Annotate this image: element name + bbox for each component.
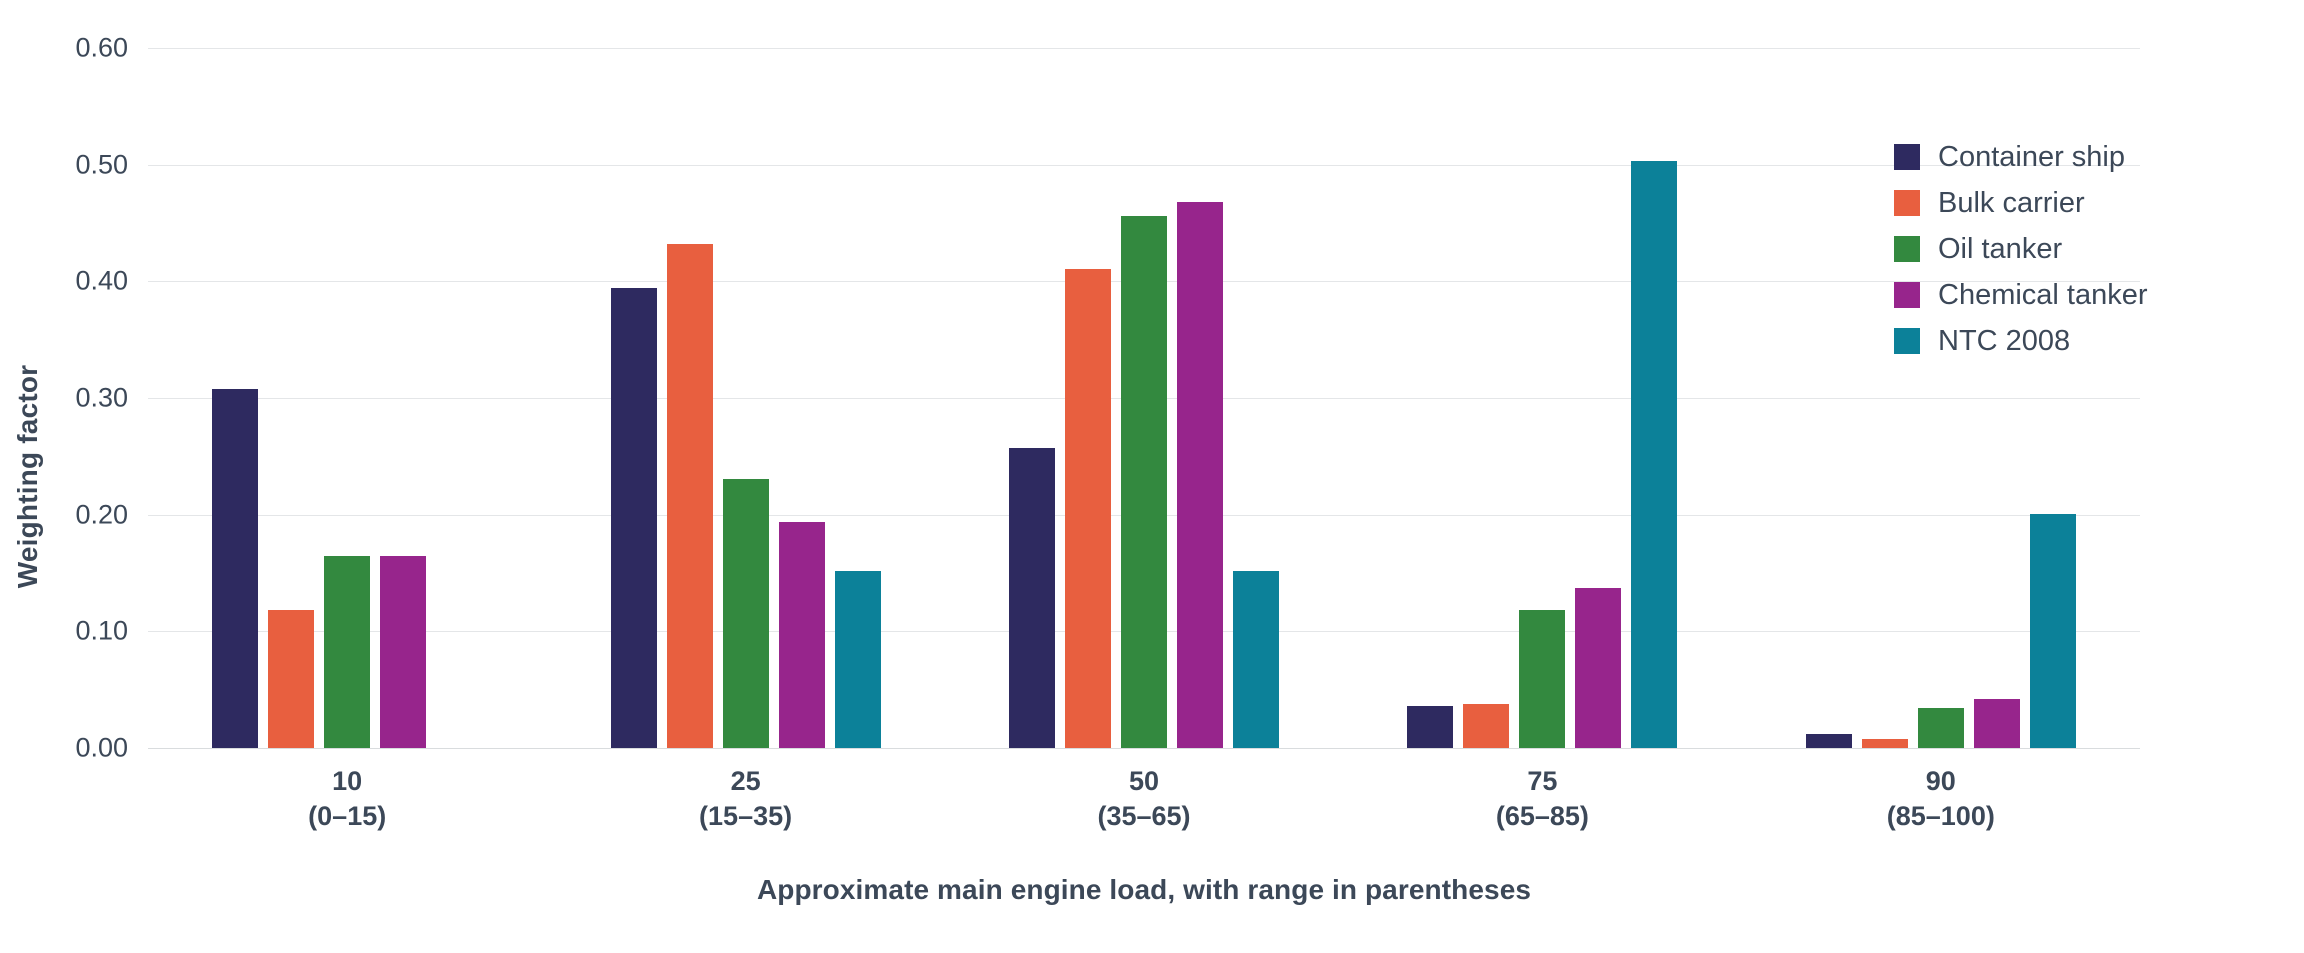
legend-item[interactable]: Oil tanker (1894, 226, 2148, 272)
legend-swatch-icon (1894, 144, 1920, 170)
bar (1631, 161, 1678, 748)
legend-item[interactable]: NTC 2008 (1894, 318, 2148, 364)
y-tick-label: 0.50 (75, 149, 128, 180)
bar (1805, 734, 1852, 748)
gridline (148, 164, 2140, 166)
legend-swatch-icon (1894, 328, 1920, 354)
bar (1233, 570, 1279, 748)
x-tick-range: (15–35) (699, 800, 793, 831)
bar (1973, 699, 2020, 748)
legend: Container ship Bulk carrier Oil tanker Chem… (1894, 134, 2148, 364)
x-tick-label: 90 (85–100) (1887, 764, 1995, 833)
x-tick-value: 25 (730, 766, 761, 796)
bar (1065, 268, 1111, 748)
bar (610, 288, 657, 748)
y-tick-label: 0.10 (75, 615, 128, 646)
y-tick-label: 0.30 (75, 382, 128, 413)
y-tick-label: 0.20 (75, 499, 128, 530)
bar (1519, 610, 1566, 748)
legend-item[interactable]: Container ship (1894, 134, 2148, 180)
bar (1575, 588, 1622, 748)
x-tick-value: 10 (332, 766, 363, 796)
x-tick-value: 50 (1128, 766, 1160, 796)
legend-item[interactable]: Bulk carrier (1894, 180, 2148, 226)
y-tick-label: 0.00 (75, 732, 128, 763)
legend-label: Oil tanker (1938, 232, 2063, 265)
plot-area (148, 48, 2140, 749)
legend-label: Chemical tanker (1938, 278, 2148, 311)
bar (1121, 216, 1167, 748)
bar (1407, 706, 1454, 748)
x-axis-title: Approximate main engine load, with range… (756, 874, 1532, 905)
x-tick-range: (0–15) (308, 800, 387, 831)
x-tick-label: 10 (0–15) (308, 764, 386, 833)
x-tick-range: (85–100) (1886, 800, 1995, 831)
gridline (148, 748, 2140, 749)
bar (778, 521, 825, 748)
x-tick-range: (65–85) (1495, 800, 1589, 831)
x-tick-label: 50 (35–65) (1097, 764, 1190, 833)
x-tick-label: 25 (15–35) (699, 764, 792, 833)
legend-swatch-icon (1894, 236, 1920, 262)
bar (722, 478, 769, 748)
bar (268, 610, 315, 748)
x-tick-value: 90 (1925, 766, 1956, 796)
bar (324, 555, 371, 748)
y-axis-title: Weighting factor (12, 364, 43, 589)
bar-chart: Weighting factor 0.00 0.10 0.20 0.30 0.40 0.5… (0, 0, 2304, 953)
bar (1177, 202, 1223, 748)
bar (666, 244, 713, 748)
y-tick-label: 0.60 (75, 32, 128, 63)
x-tick-label: 75 (65–85) (1496, 764, 1589, 833)
x-tick-range: (35–65) (1097, 800, 1191, 831)
legend-swatch-icon (1894, 190, 1920, 216)
legend-item[interactable]: Chemical tanker (1894, 272, 2148, 318)
legend-label: Bulk carrier (1938, 186, 2085, 219)
bar (380, 555, 427, 748)
x-tick-value: 75 (1527, 766, 1558, 796)
bar (1861, 738, 1908, 748)
bar (2029, 513, 2076, 748)
y-tick-label: 0.40 (75, 265, 128, 296)
legend-label: NTC 2008 (1938, 324, 2071, 357)
gridline (148, 48, 2140, 49)
bar (834, 570, 881, 748)
legend-swatch-icon (1894, 282, 1920, 308)
bar (1917, 708, 1964, 748)
bar (212, 388, 259, 748)
bar (1009, 448, 1055, 748)
legend-label: Container ship (1938, 140, 2125, 173)
bar (1463, 703, 1510, 748)
